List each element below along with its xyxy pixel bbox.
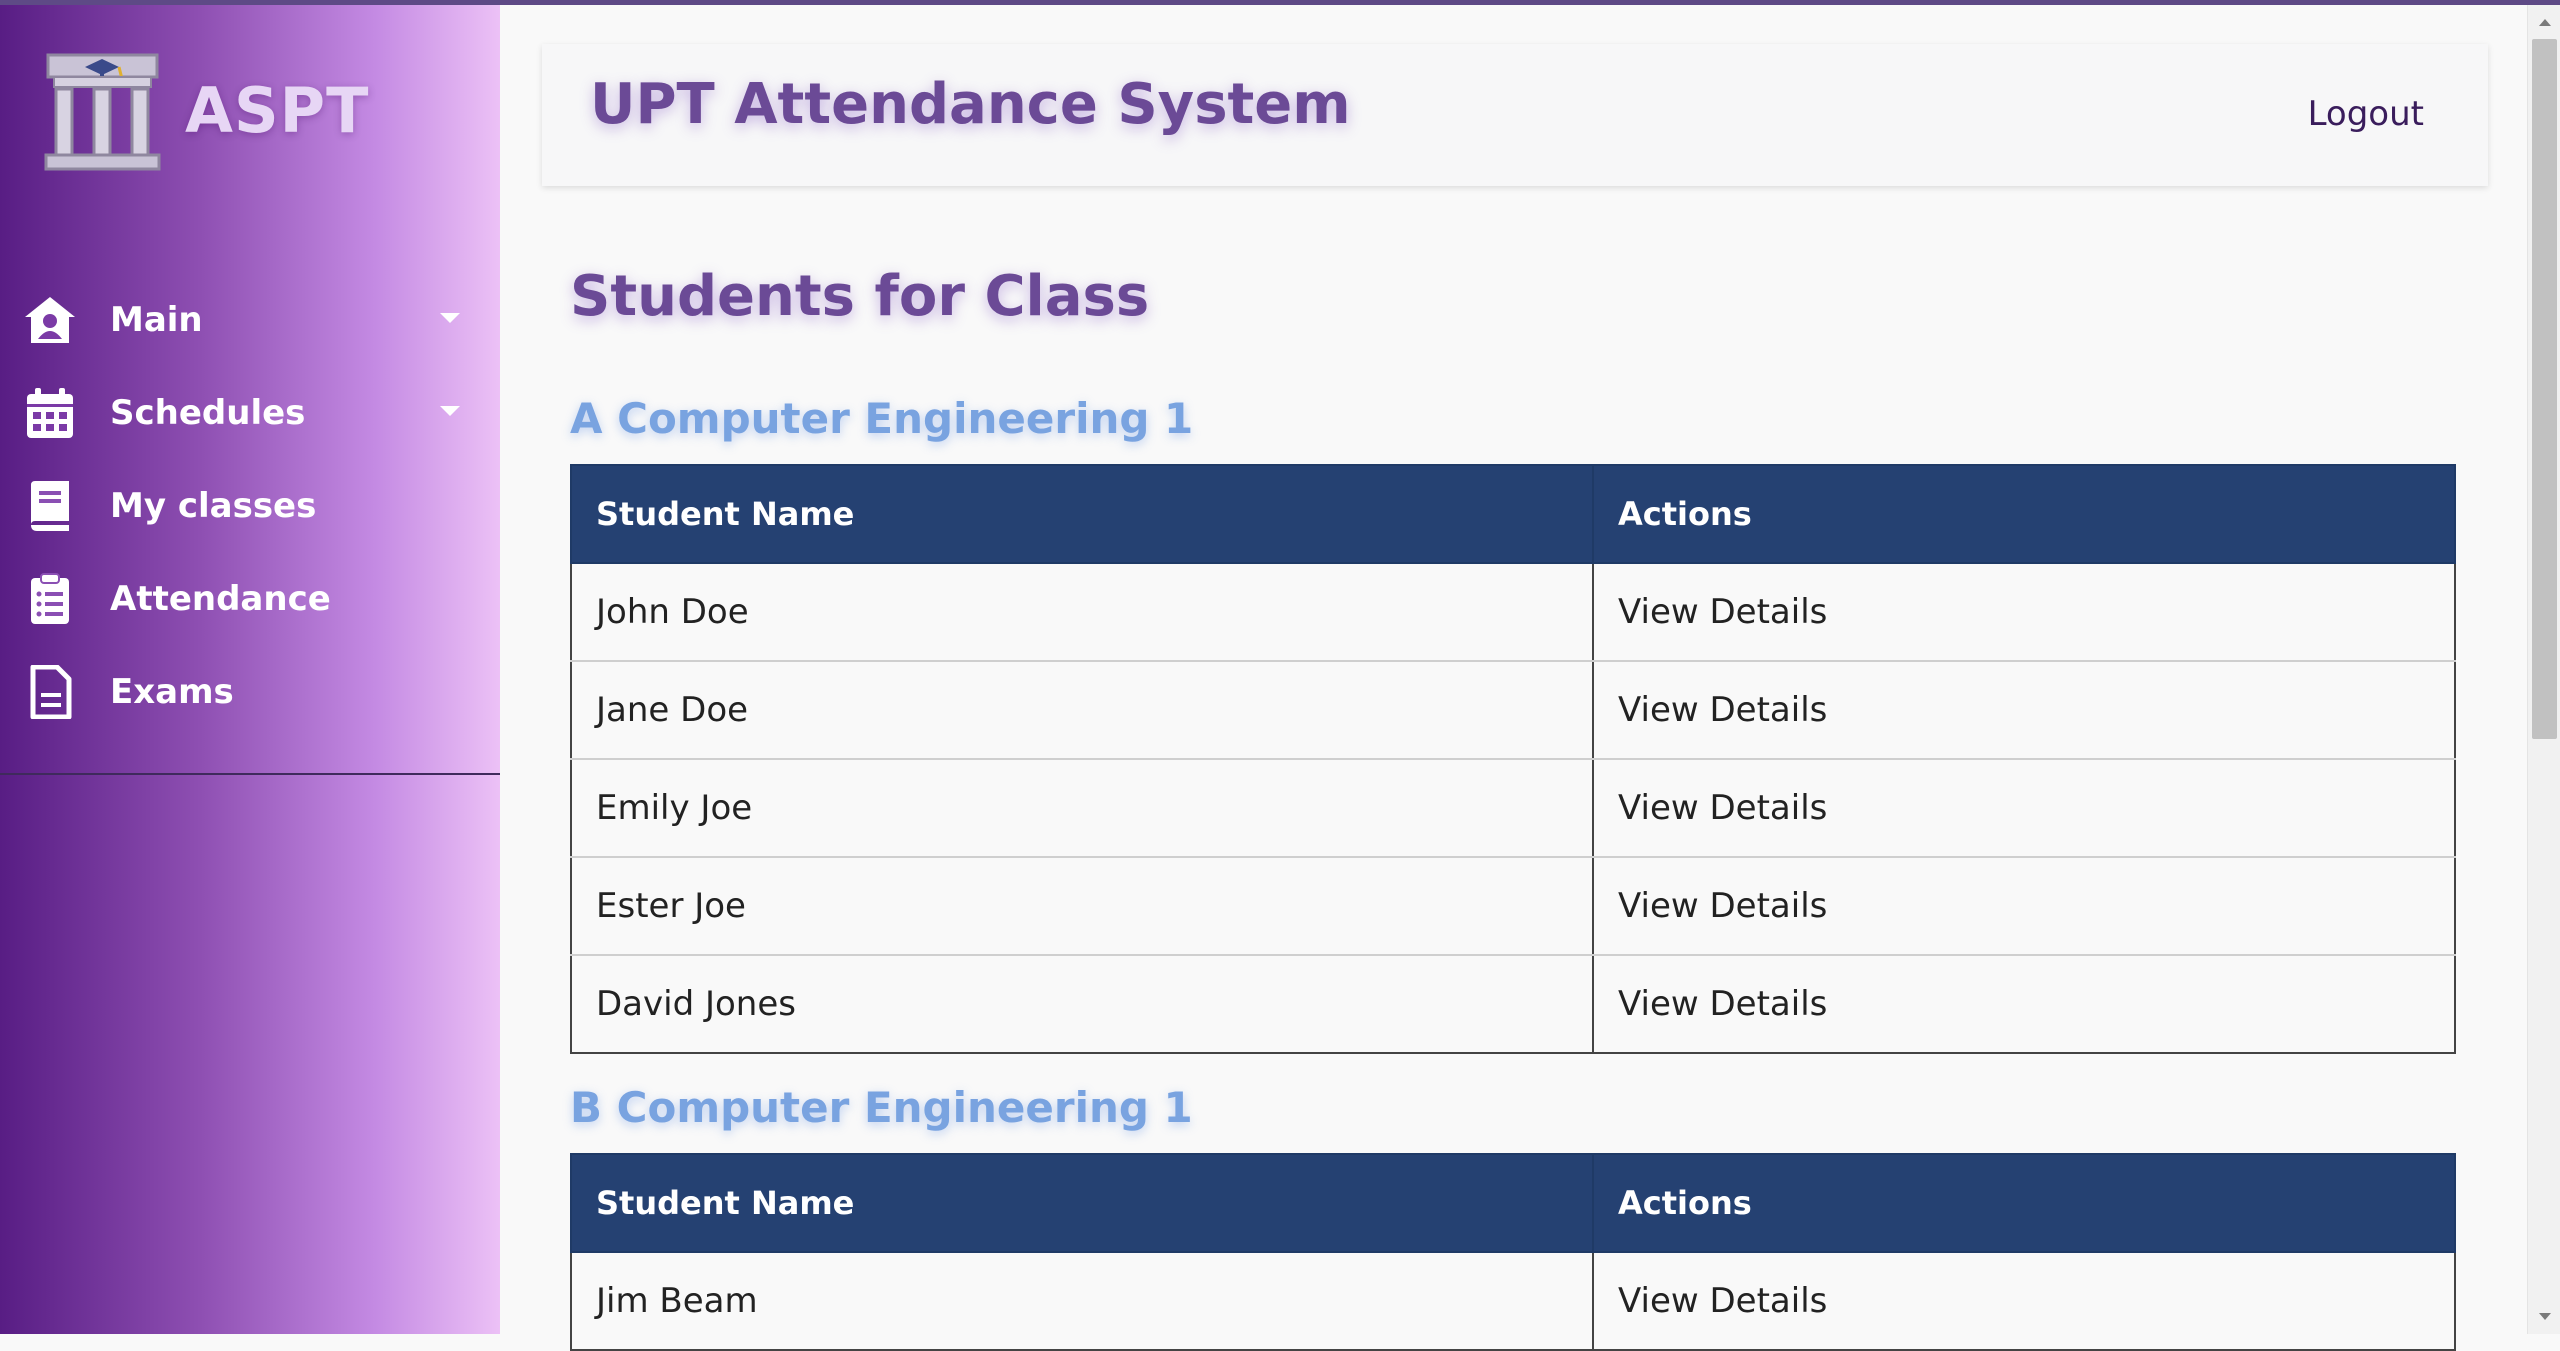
scroll-down-arrow-icon[interactable] [2539, 1313, 2551, 1320]
sidebar-divider [0, 773, 500, 775]
view-details-link[interactable]: View Details [1592, 758, 2456, 858]
table-row: Jim Beam View Details [570, 1251, 2456, 1351]
student-name-cell: David Jones [570, 954, 1594, 1054]
home-user-icon [18, 288, 82, 352]
university-building-logo-icon [44, 53, 161, 171]
document-icon [18, 660, 82, 724]
sidebar-item-label: Attendance [110, 578, 331, 619]
column-header-actions[interactable]: Actions [1592, 1153, 2456, 1253]
chevron-down-icon[interactable] [440, 313, 460, 323]
scroll-up-arrow-icon[interactable] [2539, 19, 2551, 26]
page-title: Students for Class [570, 264, 1150, 329]
students-table: Student Name Actions Jim Beam View Detai… [570, 1153, 2456, 1351]
students-table: Student Name Actions John Doe View Detai… [570, 464, 2456, 1054]
class-title: B Computer Engineering 1 [570, 1083, 1193, 1132]
sidebar-item-label: Schedules [110, 392, 306, 433]
calendar-icon [18, 381, 82, 445]
sidebar-item-label: My classes [110, 485, 317, 526]
sidebar-item-schedules[interactable]: Schedules [0, 366, 500, 459]
vertical-scrollbar[interactable] [2527, 5, 2560, 1334]
class-title: A Computer Engineering 1 [570, 394, 1194, 443]
top-header: UPT Attendance System Logout [542, 44, 2488, 186]
sidebar-item-attendance[interactable]: Attendance [0, 552, 500, 645]
column-header-student-name[interactable]: Student Name [570, 464, 1594, 564]
table-header-row: Student Name Actions [570, 464, 2456, 564]
sidebar-item-label: Exams [110, 671, 234, 712]
table-row: Emily Joe View Details [570, 758, 2456, 858]
view-details-link[interactable]: View Details [1592, 660, 2456, 760]
scrollbar-thumb[interactable] [2532, 39, 2557, 739]
table-header-row: Student Name Actions [570, 1153, 2456, 1253]
student-name-cell: Emily Joe [570, 758, 1594, 858]
student-name-cell: Jim Beam [570, 1251, 1594, 1351]
view-details-link[interactable]: View Details [1592, 1251, 2456, 1351]
brand-name: ASPT [185, 73, 370, 147]
book-icon [18, 474, 82, 538]
sidebar-nav: Main Schedules My classes Attendance Exa… [0, 273, 500, 738]
clipboard-list-icon [18, 567, 82, 631]
table-row: Ester Joe View Details [570, 856, 2456, 956]
sidebar-item-my-classes[interactable]: My classes [0, 459, 500, 552]
sidebar-item-exams[interactable]: Exams [0, 645, 500, 738]
view-details-link[interactable]: View Details [1592, 954, 2456, 1054]
app-title: UPT Attendance System [590, 72, 1351, 137]
table-row: David Jones View Details [570, 954, 2456, 1054]
student-name-cell: John Doe [570, 562, 1594, 662]
logout-link[interactable]: Logout [2308, 94, 2424, 134]
sidebar-item-label: Main [110, 299, 203, 340]
view-details-link[interactable]: View Details [1592, 856, 2456, 956]
sidebar-item-main[interactable]: Main [0, 273, 500, 366]
table-row: Jane Doe View Details [570, 660, 2456, 760]
column-header-actions[interactable]: Actions [1592, 464, 2456, 564]
sidebar: ASPT Main Schedules My classes Attendanc… [0, 5, 500, 1334]
student-name-cell: Ester Joe [570, 856, 1594, 956]
brand[interactable]: ASPT [40, 45, 369, 175]
chevron-down-icon[interactable] [440, 406, 460, 416]
view-details-link[interactable]: View Details [1592, 562, 2456, 662]
student-name-cell: Jane Doe [570, 660, 1594, 760]
column-header-student-name[interactable]: Student Name [570, 1153, 1594, 1253]
table-row: John Doe View Details [570, 562, 2456, 662]
